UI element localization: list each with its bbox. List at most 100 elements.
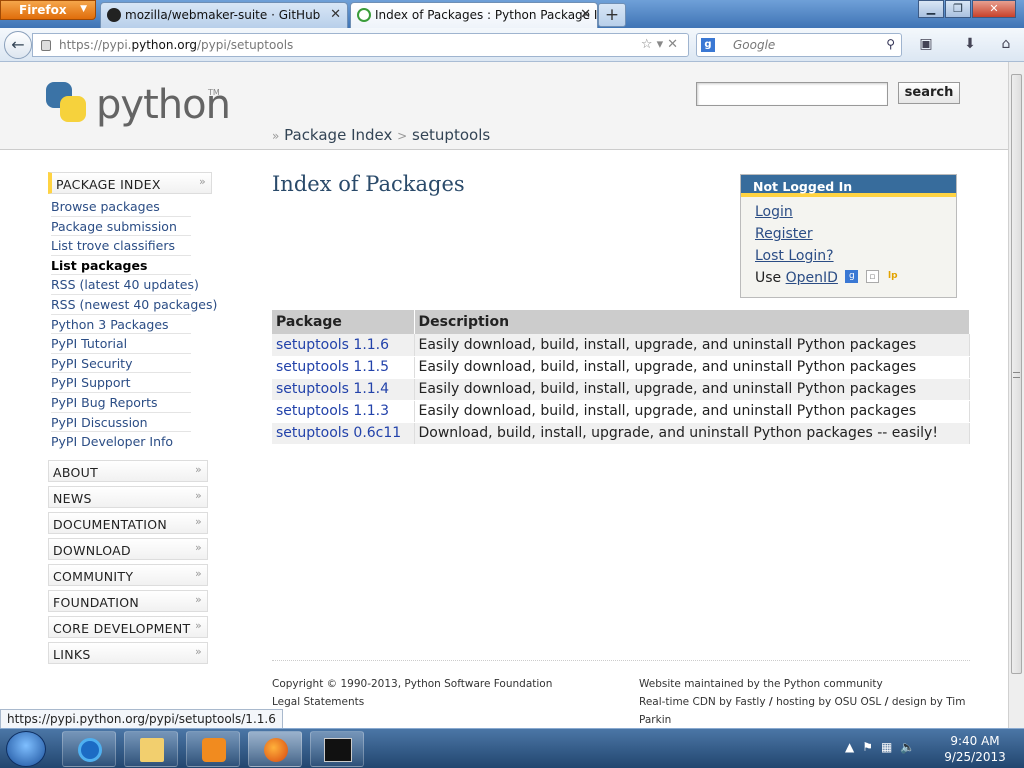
- clock-time: 9:40 AM: [950, 734, 1000, 748]
- search-icon[interactable]: ⚲: [886, 37, 895, 51]
- hosting-link[interactable]: hosting by OSU OSL: [776, 696, 881, 708]
- openid-use-label: Use: [755, 270, 782, 286]
- action-center-flag-icon[interactable]: ⚑: [862, 740, 881, 754]
- sidebar-item-python3-packages[interactable]: Python 3 Packages: [51, 315, 191, 335]
- sidebar-item-trove-classifiers[interactable]: List trove classifiers: [51, 236, 191, 256]
- footer-separator: /: [884, 696, 889, 708]
- firefox-icon: [264, 738, 288, 762]
- home-icon[interactable]: ⌂: [996, 36, 1016, 54]
- sidebar-item-rss-newest[interactable]: RSS (newest 40 packages): [51, 295, 217, 315]
- url-bar[interactable]: https://pypi.python.org/pypi/setuptools …: [32, 33, 689, 57]
- column-header-description: Description: [414, 310, 970, 334]
- sidebar-section-about[interactable]: ABOUT »: [48, 459, 208, 482]
- lost-login-link[interactable]: Lost Login?: [755, 245, 956, 267]
- bookmark-star-icon[interactable]: ☆: [641, 37, 657, 52]
- search-bar[interactable]: g Google ⚲: [696, 33, 902, 57]
- package-link[interactable]: setuptools 1.1.3: [272, 400, 415, 423]
- vertical-scrollbar[interactable]: [1008, 62, 1024, 728]
- bookmarks-icon[interactable]: ▣: [916, 36, 936, 54]
- chevron-right-icon: »: [194, 488, 202, 502]
- close-window-button[interactable]: ✕: [972, 0, 1016, 18]
- sidebar-item-pypi-discussion[interactable]: PyPI Discussion: [51, 413, 191, 433]
- breadcrumb-package-index[interactable]: Package Index: [284, 126, 392, 144]
- taskbar-file-explorer[interactable]: [124, 731, 178, 767]
- sidebar-item-pypi-tutorial[interactable]: PyPI Tutorial: [51, 334, 191, 354]
- sidebar-section-community[interactable]: COMMUNITY »: [48, 563, 208, 586]
- stop-icon[interactable]: ✕: [667, 37, 682, 52]
- taskbar-clock[interactable]: 9:40 AM 9/25/2013: [936, 733, 1014, 765]
- sidebar-item-package-submission[interactable]: Package submission: [51, 217, 191, 237]
- network-icon[interactable]: ▦: [881, 740, 900, 754]
- launchpad-icon[interactable]: lp: [886, 270, 899, 283]
- package-link[interactable]: setuptools 1.1.4: [272, 378, 415, 401]
- command-prompt-icon: [324, 738, 352, 762]
- volume-icon[interactable]: 🔈: [900, 740, 923, 754]
- openid-link[interactable]: OpenID: [786, 270, 838, 286]
- section-label: DOCUMENTATION: [53, 516, 168, 532]
- sidebar-item-browse-packages[interactable]: Browse packages: [51, 197, 191, 217]
- section-label: NEWS: [53, 490, 92, 506]
- maximize-button[interactable]: ❐: [945, 0, 971, 18]
- chevron-right-icon: »: [194, 462, 202, 476]
- footer-left: Copyright © 1990-2013, Python Software F…: [272, 675, 552, 711]
- tab-pypi[interactable]: Index of Packages : Python Package I... …: [350, 2, 598, 28]
- sidebar-item-list-packages[interactable]: List packages: [51, 256, 191, 276]
- folder-icon: [140, 738, 164, 762]
- sidebar-item-pypi-support[interactable]: PyPI Support: [51, 373, 191, 393]
- section-label: LINKS: [53, 646, 91, 662]
- footer-right: Website maintained by the Python communi…: [639, 675, 979, 728]
- breadcrumb-setuptools[interactable]: setuptools: [412, 126, 490, 144]
- pypi-search-input[interactable]: [696, 82, 888, 106]
- firefox-menu-button[interactable]: Firefox ▼: [0, 0, 96, 20]
- google-icon[interactable]: g: [701, 38, 715, 52]
- web-page: python TM search » Package Index > setup…: [0, 62, 1008, 728]
- sidebar-section-download[interactable]: DOWNLOAD »: [48, 537, 208, 560]
- pypi-search-button[interactable]: search: [898, 82, 960, 104]
- copyright-text: Copyright © 1990-2013,: [272, 678, 402, 690]
- legal-statements-link[interactable]: Legal Statements: [272, 693, 552, 711]
- package-link[interactable]: setuptools 1.1.6: [272, 334, 415, 357]
- login-link[interactable]: Login: [755, 201, 956, 223]
- history-dropdown-icon[interactable]: ▾: [657, 37, 668, 52]
- table-row: setuptools 1.1.5 Easily download, build,…: [272, 356, 970, 379]
- cdn-link[interactable]: Real-time CDN by Fastly: [639, 696, 766, 708]
- sidebar-heading-package-index[interactable]: PACKAGE INDEX »: [48, 172, 212, 194]
- tab-close-icon[interactable]: ✕: [330, 7, 341, 22]
- myopenid-icon[interactable]: ▫: [865, 270, 879, 283]
- sidebar-section-core-development[interactable]: CORE DEVELOPMENT»: [48, 615, 208, 638]
- lock-icon[interactable]: [41, 40, 51, 51]
- google-openid-icon[interactable]: g: [845, 270, 859, 283]
- chevron-right-icon: »: [194, 566, 202, 580]
- windows-start-button[interactable]: [6, 731, 46, 767]
- chevron-right-icon: »: [194, 592, 202, 606]
- new-tab-button[interactable]: +: [598, 3, 626, 27]
- sidebar-heading-label: PACKAGE INDEX: [56, 177, 161, 192]
- tab-github[interactable]: mozilla/webmaker-suite · GitHub ✕: [100, 2, 348, 28]
- taskbar-media-player[interactable]: [186, 731, 240, 767]
- taskbar-internet-explorer[interactable]: [62, 731, 116, 767]
- package-link[interactable]: setuptools 0.6c11: [272, 422, 415, 445]
- tab-pypi-label: Index of Packages : Python Package I...: [375, 8, 598, 22]
- psf-link[interactable]: Python Software Foundation: [404, 678, 552, 690]
- breadcrumb-marker: »: [272, 129, 280, 143]
- taskbar-command-prompt[interactable]: [310, 731, 364, 767]
- package-link[interactable]: setuptools 1.1.5: [272, 356, 415, 379]
- sidebar-section-news[interactable]: NEWS »: [48, 485, 208, 508]
- tab-close-icon[interactable]: ✕: [580, 7, 591, 22]
- back-button[interactable]: ←: [4, 31, 32, 59]
- python-logo-icon[interactable]: [46, 82, 86, 122]
- sidebar-section-foundation[interactable]: FOUNDATION »: [48, 589, 208, 612]
- login-box-heading: Not Logged In: [741, 175, 956, 197]
- register-link[interactable]: Register: [755, 223, 956, 245]
- sidebar-item-rss-latest[interactable]: RSS (latest 40 updates): [51, 275, 199, 295]
- sidebar-section-documentation[interactable]: DOCUMENTATION »: [48, 511, 208, 534]
- minimize-button[interactable]: ▁: [918, 0, 944, 18]
- show-hidden-icons[interactable]: ▲: [845, 740, 862, 754]
- sidebar-item-pypi-bug-reports[interactable]: PyPI Bug Reports: [51, 393, 191, 413]
- downloads-icon[interactable]: ⬇: [960, 36, 980, 54]
- sidebar-item-pypi-developer-info[interactable]: PyPI Developer Info: [51, 432, 191, 452]
- taskbar-firefox[interactable]: [248, 731, 302, 767]
- system-tray: ▲⚑▦🔈: [845, 740, 923, 754]
- sidebar-section-links[interactable]: LINKS »: [48, 641, 208, 664]
- sidebar-item-pypi-security[interactable]: PyPI Security: [51, 354, 191, 374]
